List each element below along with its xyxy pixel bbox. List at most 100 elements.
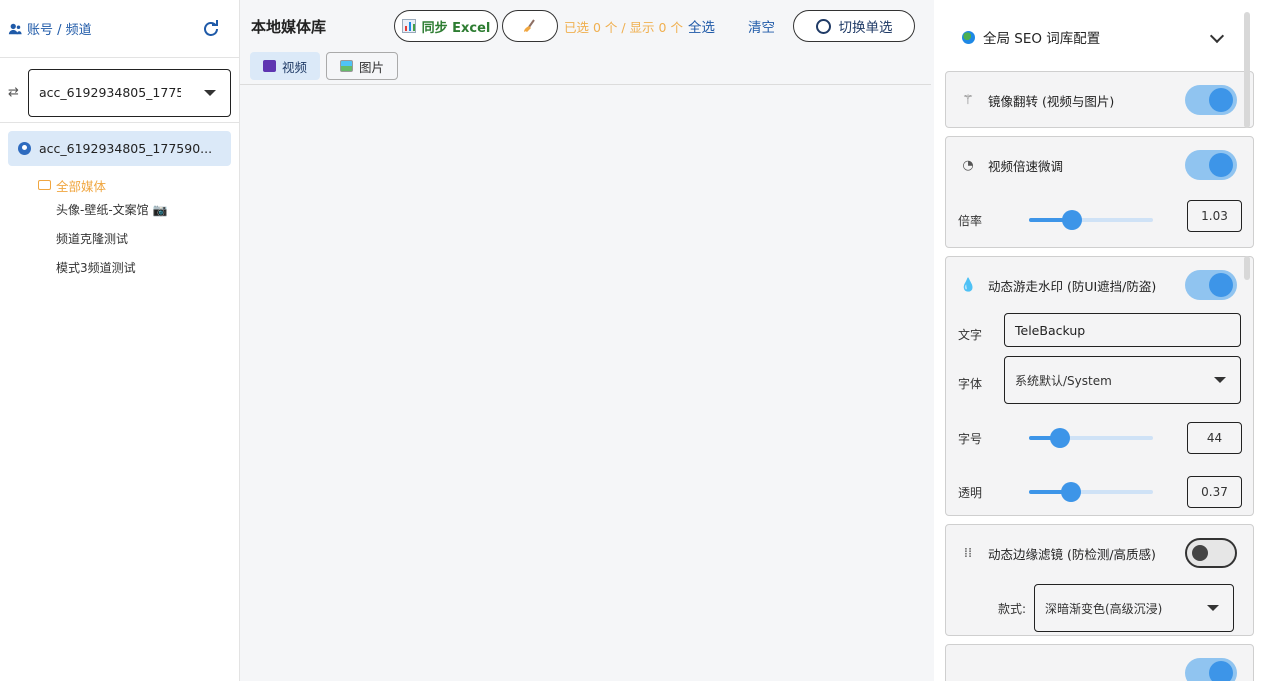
toggle-knob bbox=[1209, 153, 1233, 177]
watermark-label: 动态游走水印 (防UI遮挡/防盗) bbox=[988, 278, 1157, 294]
clapper-icon bbox=[263, 60, 276, 72]
opacity-input[interactable]: 0.37 bbox=[1187, 476, 1242, 508]
wm-size-row: 字号 44 bbox=[946, 411, 1253, 465]
toggle-single-button[interactable]: 切换单选 bbox=[793, 10, 915, 42]
opacity-slider-thumb[interactable] bbox=[1061, 482, 1081, 502]
style-label: 款式: bbox=[998, 601, 1027, 616]
tab-video-label: 视频 bbox=[282, 59, 308, 75]
size-slider-thumb[interactable] bbox=[1050, 428, 1070, 448]
media-tabs: 视频 图片 bbox=[240, 52, 931, 85]
mirror-label: 镜像翻转 (视频与图片) bbox=[988, 93, 1115, 109]
clear-button[interactable]: 清空 bbox=[748, 16, 775, 36]
toggle-knob bbox=[1192, 545, 1208, 561]
all-media-label: 全部媒体 bbox=[56, 178, 107, 194]
sync-excel-label: 同步 Excel bbox=[421, 20, 491, 36]
sidebar-title-text: 账号 / 频道 bbox=[27, 23, 92, 38]
tree-account-item[interactable]: acc_6192934805_177590... bbox=[8, 131, 231, 166]
sync-excel-button[interactable]: 同步 Excel bbox=[394, 10, 498, 42]
channel-item[interactable]: 频道克隆测试 bbox=[8, 224, 231, 253]
tab-video[interactable]: 视频 bbox=[250, 52, 321, 80]
wm-text-input[interactable]: TeleBackup bbox=[1004, 313, 1241, 347]
select-all-button[interactable]: 全选 bbox=[688, 16, 715, 36]
style-select[interactable]: 深暗渐变色(高级沉浸) bbox=[1034, 584, 1234, 632]
speed-card: ◔ 视频倍速微调 倍率 1.03 bbox=[945, 136, 1254, 248]
toggle-single-label: 切换单选 bbox=[838, 20, 893, 36]
toggle-knob bbox=[1209, 273, 1233, 297]
rate-slider-thumb[interactable] bbox=[1062, 210, 1082, 230]
account-select[interactable]: acc_6192934805_17759 bbox=[28, 68, 231, 117]
media-library: 本地媒体库 同步 Excel 已选 0 个 / 显示 0 个 全选 清空 切换单… bbox=[240, 0, 934, 681]
wm-opacity-row: 透明 0.37 bbox=[946, 465, 1253, 519]
size-slider[interactable] bbox=[1029, 428, 1153, 448]
speed-label: 视频倍速微调 bbox=[988, 158, 1064, 174]
watermark-row: 💧 动态游走水印 (防UI遮挡/防盗) bbox=[946, 257, 1253, 313]
rate-row: 倍率 1.03 bbox=[946, 193, 1253, 247]
refresh-icon bbox=[204, 19, 218, 36]
rate-input[interactable]: 1.03 bbox=[1187, 200, 1242, 232]
caret-down-icon bbox=[1214, 377, 1226, 383]
all-media-item[interactable]: 全部媒体 bbox=[8, 175, 231, 195]
chevron-down-icon[interactable] bbox=[1209, 28, 1225, 44]
caret-down-icon bbox=[204, 89, 216, 96]
toggle-knob bbox=[1209, 88, 1233, 112]
scrollbar-thumb-inner[interactable] bbox=[1244, 256, 1250, 280]
accounts-icon bbox=[8, 23, 22, 34]
caret-down-icon bbox=[1207, 605, 1219, 611]
library-title: 本地媒体库 bbox=[251, 17, 327, 36]
style-value: 深暗渐变色(高级沉浸) bbox=[1045, 601, 1163, 616]
account-switch-row: ⇄ acc_6192934805_17759 bbox=[0, 63, 239, 123]
rate-slider[interactable] bbox=[1029, 210, 1153, 230]
selection-info: 已选 0 个 / 显示 0 个 bbox=[564, 19, 683, 35]
opacity-slider[interactable] bbox=[1029, 482, 1153, 502]
account-icon bbox=[18, 142, 31, 155]
refresh-button[interactable] bbox=[201, 19, 221, 39]
watermark-toggle[interactable] bbox=[1185, 270, 1237, 300]
speed-toggle[interactable] bbox=[1185, 150, 1237, 180]
speedometer-icon: ◔ bbox=[962, 157, 974, 173]
wm-font-value: 系统默认/System bbox=[1015, 373, 1112, 388]
account-select-value: acc_6192934805_17759 bbox=[39, 85, 181, 100]
edge-filter-row: ⁞⁞ 动态边缘滤镜 (防检测/高质感) bbox=[946, 525, 1253, 581]
mirror-row: ⚚ 镜像翻转 (视频与图片) bbox=[946, 72, 1253, 128]
edge-filter-label: 动态边缘滤镜 (防检测/高质感) bbox=[988, 546, 1156, 562]
mirror-card: ⚚ 镜像翻转 (视频与图片) bbox=[945, 71, 1254, 128]
sidebar-title: 账号 / 频道 bbox=[8, 19, 92, 38]
wm-text-label: 文字 bbox=[958, 327, 983, 342]
clean-button[interactable] bbox=[502, 10, 558, 42]
edge-filter-card: ⁞⁞ 动态边缘滤镜 (防检测/高质感) 款式: 深暗渐变色(高级沉浸) bbox=[945, 524, 1254, 636]
next-toggle[interactable] bbox=[1185, 658, 1237, 681]
seo-config-header[interactable]: 全局 SEO 词库配置 bbox=[962, 27, 1100, 47]
toggle-knob bbox=[1209, 661, 1233, 681]
size-input[interactable]: 44 bbox=[1187, 422, 1242, 454]
library-toolbar: 本地媒体库 同步 Excel 已选 0 个 / 显示 0 个 全选 清空 切换单… bbox=[240, 0, 934, 52]
tab-image-label: 图片 bbox=[359, 59, 385, 75]
wm-opacity-label: 透明 bbox=[958, 485, 983, 500]
globe-icon bbox=[962, 30, 975, 44]
grid-dots-icon: ⁞⁞ bbox=[963, 545, 973, 561]
speed-row: ◔ 视频倍速微调 bbox=[946, 137, 1253, 193]
picture-icon bbox=[340, 60, 354, 72]
circle-icon bbox=[815, 18, 831, 34]
channel-item[interactable]: 头像-壁纸-文案馆 📷 bbox=[8, 195, 231, 224]
wm-font-select[interactable]: 系统默认/System bbox=[1004, 356, 1241, 404]
wm-font-label: 字体 bbox=[958, 376, 983, 391]
wm-font-row: 字体 系统默认/System bbox=[946, 355, 1253, 411]
rate-label: 倍率 bbox=[958, 213, 983, 228]
channel-item[interactable]: 模式3频道测试 bbox=[8, 253, 231, 282]
mirror-toggle[interactable] bbox=[1185, 85, 1237, 115]
sidebar: 账号 / 频道 ⇄ acc_6192934805_17759 acc_61929… bbox=[0, 0, 240, 681]
chart-icon bbox=[401, 19, 416, 33]
sidebar-header: 账号 / 频道 bbox=[0, 0, 239, 58]
edge-filter-toggle[interactable] bbox=[1185, 538, 1237, 568]
wm-text-row: 文字 TeleBackup bbox=[946, 313, 1253, 355]
swap-icon: ⇄ bbox=[8, 85, 19, 100]
water-drop-icon: 💧 bbox=[960, 277, 977, 293]
tree-account-label: acc_6192934805_177590... bbox=[39, 141, 213, 156]
settings-panel: 全局 SEO 词库配置 ⚚ 镜像翻转 (视频与图片) ◔ 视频倍速微调 倍率 1… bbox=[934, 0, 1264, 681]
scrollbar-thumb[interactable] bbox=[1244, 12, 1250, 128]
channel-tree: acc_6192934805_177590... 全部媒体 头像-壁纸-文案馆 … bbox=[0, 123, 239, 282]
wm-size-label: 字号 bbox=[958, 431, 983, 446]
watermark-card: 💧 动态游走水印 (防UI遮挡/防盗) 文字 TeleBackup 字体 系统默… bbox=[945, 256, 1254, 516]
tab-image[interactable]: 图片 bbox=[326, 52, 399, 80]
broom-icon bbox=[524, 19, 535, 32]
